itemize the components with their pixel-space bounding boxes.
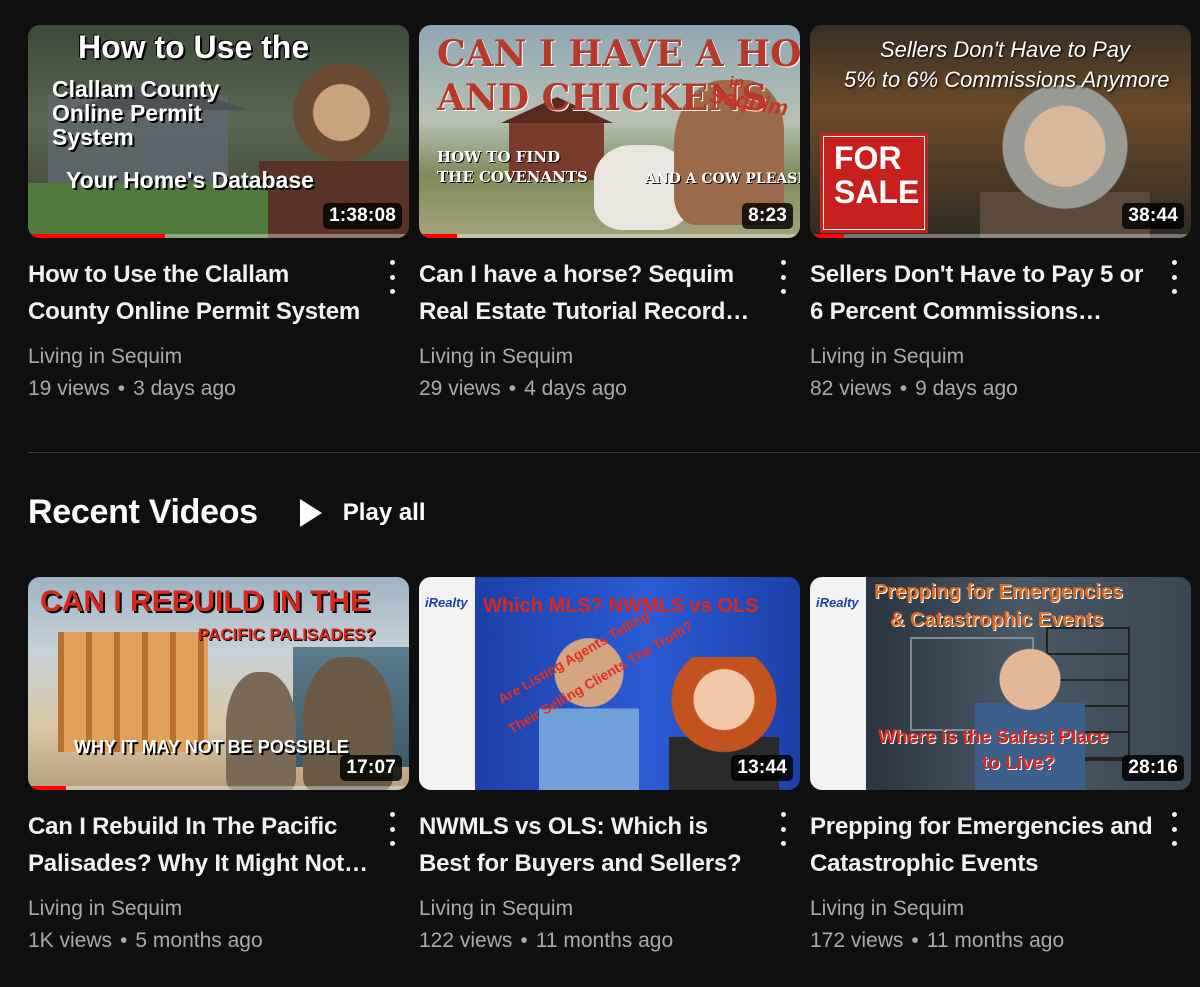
duration-badge: 1:38:08 [323,203,402,229]
thumb-text: How to Use the [78,29,310,65]
video-card: CAN I REBUILD IN THE PACIFIC PALISADES? … [28,577,409,958]
video-meta: NWMLS vs OLS: Which is Best for Buyers a… [419,790,800,958]
channel-name[interactable]: Living in Sequim [419,342,762,372]
thumb-text: 5% to 6% Commissions Anymore [844,67,1170,92]
more-vert-icon[interactable] [774,260,792,294]
upload-age: 11 months ago [535,929,674,952]
upload-age: 9 days ago [915,377,1018,400]
video-stats: 82 views • 9 days ago [810,377,1018,400]
thumb-text: Clallam County Online Permit System [52,76,220,150]
video-card: iRealty Prepping for Emergencies & Catas… [810,577,1191,958]
video-title[interactable]: NWMLS vs OLS: Which is Best for Buyers a… [419,808,762,882]
thumb-text: CAN I HAVE A HORSE [437,33,800,75]
more-vert-icon[interactable] [1165,812,1183,846]
view-count: 19 views [28,377,110,400]
duration-badge: 38:44 [1122,203,1184,229]
view-count: 1K views [28,929,113,952]
channel-name[interactable]: Living in Sequim [28,342,371,372]
thumb-text: Sellers Don't Have to Pay [880,37,1130,62]
video-card: CAN I HAVE A HORSE AND CHICKENS in Sequi… [419,25,800,406]
thumb-text: CAN I REBUILD IN THE [40,585,370,618]
video-stats: 29 views • 4 days ago [419,377,627,400]
view-count: 122 views [419,929,513,952]
view-count: 172 views [810,929,904,952]
thumb-text: & Catastrophic Events [890,609,1104,631]
video-title[interactable]: Can I Rebuild In The Pacific Palisades? … [28,808,371,882]
video-title[interactable]: Sellers Don't Have to Pay 5 or 6 Percent… [810,256,1153,330]
more-vert-icon[interactable] [1165,260,1183,294]
thumb-text: Which MLS? NWMLS vs OLS [483,595,759,617]
video-grid-recent: CAN I REBUILD IN THE PACIFIC PALISADES? … [28,577,1191,958]
thumb-text: HOW TO FIND THE COVENANTS [437,148,588,186]
more-vert-icon[interactable] [774,812,792,846]
video-thumbnail[interactable]: iRealty Which MLS? NWMLS vs OLS Are List… [419,577,800,790]
thumb-text: to Live? [982,753,1055,774]
video-card: iRealty Which MLS? NWMLS vs OLS Are List… [419,577,800,958]
play-icon [299,498,322,527]
video-thumbnail[interactable]: How to Use the Clallam County Online Per… [28,25,409,238]
view-count: 29 views [419,377,501,400]
video-meta: How to Use the Clallam County Online Per… [28,238,409,406]
play-all-button[interactable]: Play all [299,498,426,527]
video-title[interactable]: Prepping for Emergencies and Catastrophi… [810,808,1153,882]
thumb-text: Prepping for Emergencies [874,581,1123,603]
duration-badge: 17:07 [340,755,402,781]
video-stats: 122 views • 11 months ago [419,929,674,952]
upload-age: 3 days ago [133,377,236,400]
thumb-text: iRealty [425,595,468,610]
video-thumbnail[interactable]: iRealty Prepping for Emergencies & Catas… [810,577,1191,790]
video-grid-top: How to Use the Clallam County Online Per… [28,25,1191,406]
thumb-text: PACIFIC PALISADES? [198,625,376,644]
thumb-text: WHY IT MAY NOT BE POSSIBLE [74,737,349,757]
channel-name[interactable]: Living in Sequim [28,894,371,924]
video-stats: 172 views • 11 months ago [810,929,1065,952]
thumb-text: iRealty [816,595,859,610]
thumb-text: Where is the Safest Place [878,727,1109,748]
video-card: How to Use the Clallam County Online Per… [28,25,409,406]
upload-age: 5 months ago [135,929,263,952]
video-meta: Prepping for Emergencies and Catastrophi… [810,790,1191,958]
thumb-text: Your Home's Database [66,167,314,193]
duration-badge: 8:23 [742,203,793,229]
video-meta: Can I have a horse? Sequim Real Estate T… [419,238,800,406]
video-meta: Sellers Don't Have to Pay 5 or 6 Percent… [810,238,1191,406]
video-title[interactable]: Can I have a horse? Sequim Real Estate T… [419,256,762,330]
video-stats: 19 views • 3 days ago [28,377,236,400]
section-divider [28,452,1200,453]
video-card: Sellers Don't Have to Pay 5% to 6% Commi… [810,25,1191,406]
video-stats: 1K views • 5 months ago [28,929,263,952]
duration-badge: 13:44 [731,755,793,781]
section-header: Recent Videos Play all [28,493,426,532]
video-title[interactable]: How to Use the Clallam County Online Per… [28,256,371,330]
play-all-label: Play all [342,498,426,526]
video-thumbnail[interactable]: CAN I HAVE A HORSE AND CHICKENS in Sequi… [419,25,800,238]
section-title[interactable]: Recent Videos [28,493,258,532]
video-thumbnail[interactable]: Sellers Don't Have to Pay 5% to 6% Commi… [810,25,1191,238]
duration-badge: 28:16 [1122,755,1184,781]
upload-age: 11 months ago [926,929,1065,952]
view-count: 82 views [810,377,892,400]
channel-name[interactable]: Living in Sequim [419,894,762,924]
more-vert-icon[interactable] [383,812,401,846]
video-meta: Can I Rebuild In The Pacific Palisades? … [28,790,409,958]
thumb-text: AND A COW PLEASE? [645,171,800,187]
more-vert-icon[interactable] [383,260,401,294]
channel-name[interactable]: Living in Sequim [810,894,1153,924]
thumb-text: FOR SALE [834,140,920,210]
upload-age: 4 days ago [524,377,627,400]
channel-name[interactable]: Living in Sequim [810,342,1153,372]
video-thumbnail[interactable]: CAN I REBUILD IN THE PACIFIC PALISADES? … [28,577,409,790]
